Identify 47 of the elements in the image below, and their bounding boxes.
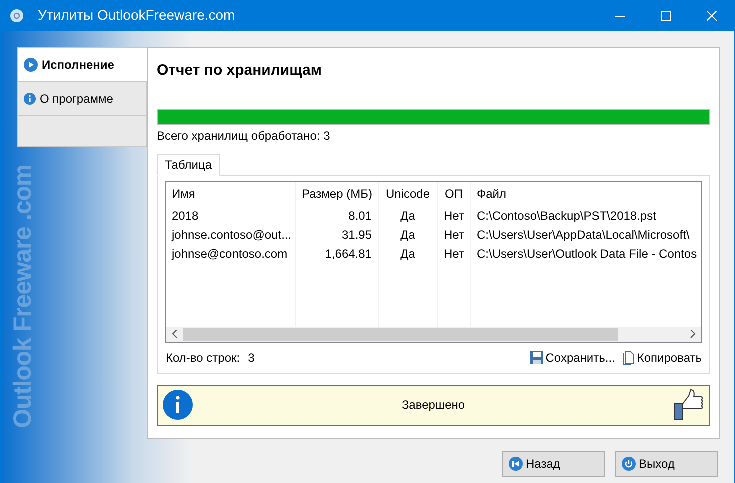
sidebar-tab[interactable]: Исполнение (18, 48, 147, 82)
table-cell-text: 8.01 (348, 208, 373, 224)
row-count-value: 3 (248, 350, 255, 366)
table-cell-text: Нет (443, 208, 466, 224)
maximize-icon[interactable] (661, 10, 671, 20)
table-cell-text: Нет (443, 226, 466, 244)
horizontal-scrollbar[interactable] (166, 326, 701, 342)
table-cell-text: 2018 (171, 208, 200, 224)
footer-button[interactable]: Назад (502, 450, 605, 476)
column-header[interactable]: ОП (438, 182, 470, 206)
row-count-label: Кол-во строк: (166, 350, 240, 366)
info-icon (163, 390, 193, 420)
status-text: Завершено (400, 397, 466, 414)
skip-back-icon (509, 456, 523, 470)
processed-count: Всего хранилищ обработано: 3 (157, 128, 330, 144)
action-link[interactable]: Копировать (623, 348, 702, 366)
action-link[interactable]: Сохранить... (530, 348, 616, 366)
table-cell-text: 31.95 (340, 226, 373, 244)
table-cell-text: johnse@contoso.com (170, 246, 289, 262)
column-header[interactable]: Файл (471, 182, 701, 206)
brand-text: Outlook Freeware .com (11, 165, 36, 428)
info-icon (24, 92, 36, 104)
play-icon (24, 58, 38, 72)
scrollbar-thumb[interactable] (183, 328, 618, 340)
table-cell-text: Нет (443, 246, 466, 262)
app-icon (10, 8, 24, 22)
table-cell-text: Да (400, 226, 416, 244)
column-header[interactable]: Unicode (379, 182, 437, 206)
table-cell-text: Да (400, 208, 416, 224)
footer-button[interactable]: Выход (615, 450, 718, 476)
window-title: Утилиты OutlookFreeware.com (38, 6, 236, 25)
column-header[interactable]: Имя (166, 182, 295, 206)
table-tab[interactable]: Таблица (157, 154, 220, 176)
scroll-right-icon[interactable] (690, 330, 696, 338)
thumbs-up-icon (674, 389, 704, 421)
table-cell-text: C:\Contoso\Backup\PST\2018.pst (476, 208, 658, 224)
copy-icon (623, 350, 636, 365)
page-heading: Отчет по хранилищам (157, 61, 322, 81)
table-cell-text: Да (400, 246, 416, 262)
table-cell-text: C:\Users\User\Outlook Data File - Contos (476, 246, 698, 262)
scroll-left-icon[interactable] (172, 330, 178, 338)
table-cell-text: C:\Users\User\AppData\Local\Microsoft\ (476, 226, 691, 244)
power-icon (622, 456, 636, 470)
table-cell-text: 1,664.81 (324, 246, 373, 262)
column-header[interactable]: Размер (МБ) (296, 182, 378, 206)
close-icon[interactable] (707, 10, 717, 20)
table-cell-text: johnse.contoso@out... (170, 226, 293, 244)
